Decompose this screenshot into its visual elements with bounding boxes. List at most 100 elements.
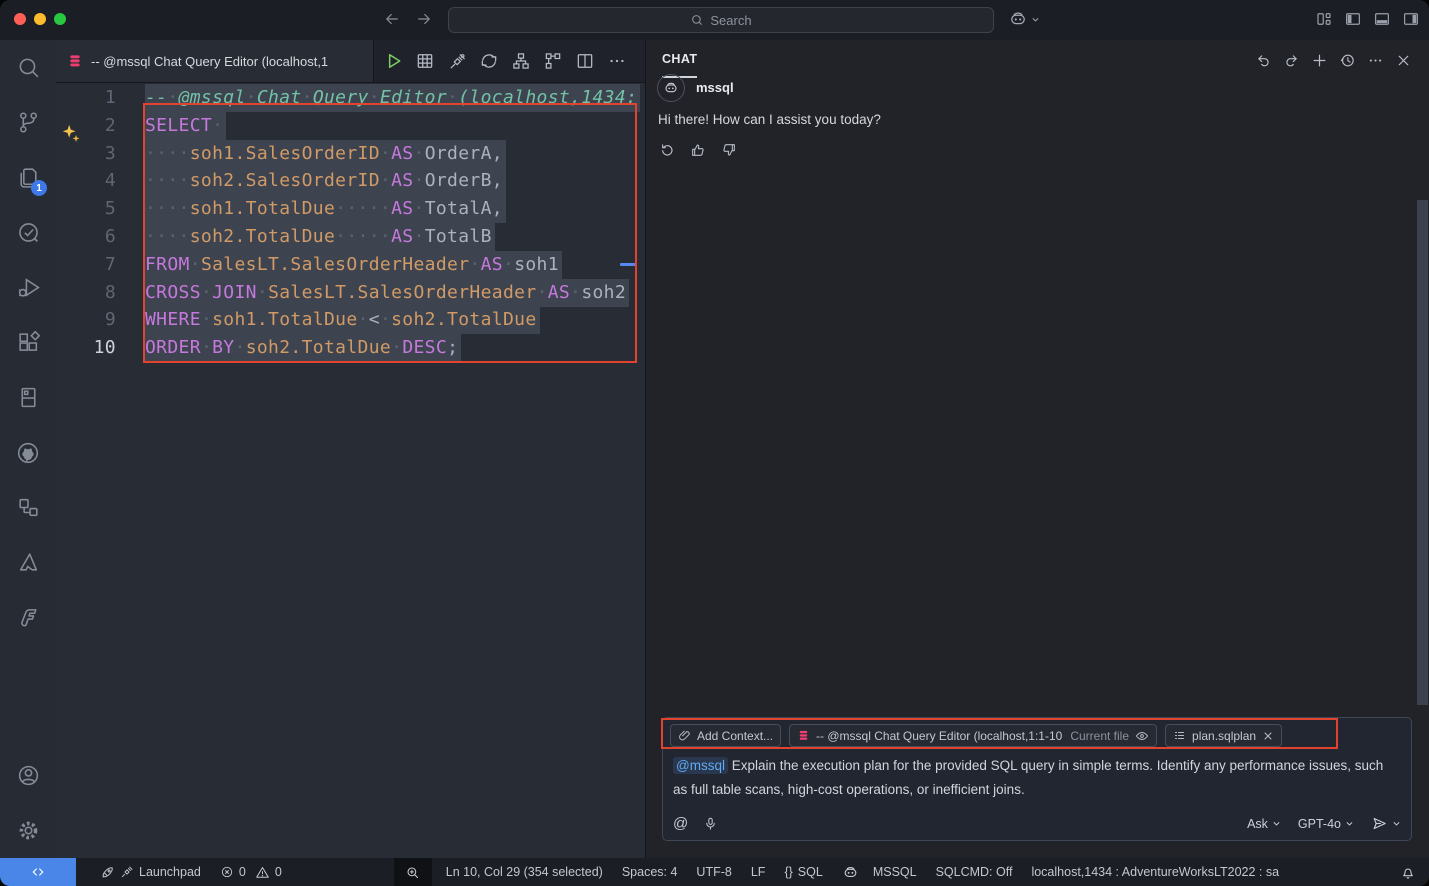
change-connection-icon[interactable] [477, 49, 501, 73]
line-number: 3 [56, 140, 116, 168]
tab-chat[interactable]: CHAT [662, 52, 697, 66]
cursor-position-label: Ln 10, Col 29 (354 selected) [446, 865, 603, 879]
editor-gutter: 12345678910 [56, 84, 116, 362]
sidebar-item-settings[interactable] [0, 803, 56, 858]
redo-icon[interactable] [1283, 52, 1300, 69]
search-icon [690, 13, 704, 27]
database-icon [67, 53, 83, 69]
encoding-item[interactable]: UTF-8 [696, 865, 731, 879]
launchpad-item[interactable]: Launchpad [100, 865, 201, 880]
code-editor[interactable]: 12345678910 --·@mssql·Chat·Query·Editor·… [56, 82, 645, 858]
errors-icon [220, 865, 234, 879]
remote-indicator[interactable] [0, 858, 76, 886]
editor-tab-bar: -- @mssql Chat Query Editor (localhost,1 [56, 40, 645, 83]
code-line: ORDER·BY·soh2.TotalDue·DESC; [145, 334, 645, 362]
sidebar-item-explorer[interactable]: 1 [0, 150, 56, 205]
estimated-plan-icon[interactable] [509, 49, 533, 73]
add-context-button[interactable]: Add Context... [670, 724, 781, 747]
close-window-button[interactable] [14, 13, 26, 25]
code-line: ····soh2.SalesOrderID·AS·OrderB, [145, 167, 645, 195]
line-number: 9 [56, 306, 116, 334]
assistant-message: Hi there! How can I assist you today? [658, 112, 881, 127]
mode-dropdown[interactable]: Ask [1247, 817, 1281, 831]
chat-input-toolbar: @ Ask GPT-4o [673, 815, 1401, 832]
code-line: CROSS·JOIN·SalesLT.SalesOrderHeader·AS·s… [145, 279, 645, 307]
toggle-panel-icon[interactable] [1373, 10, 1391, 28]
sidebar-item-testing[interactable] [0, 205, 56, 260]
model-label: GPT-4o [1298, 817, 1341, 831]
search-placeholder: Search [710, 13, 751, 28]
send-button[interactable] [1371, 815, 1401, 832]
editor-tab[interactable]: -- @mssql Chat Query Editor (localhost,1 [56, 40, 374, 82]
customize-layout-icon[interactable] [1315, 10, 1333, 28]
language-item[interactable]: {} SQL [784, 865, 822, 879]
indentation-item[interactable]: Spaces: 4 [622, 865, 678, 879]
activity-bar: 1 [0, 40, 56, 858]
navigate-forward-icon[interactable] [415, 10, 433, 28]
new-chat-icon[interactable] [1311, 52, 1328, 69]
database-icon [797, 729, 810, 742]
sqlcmd-item[interactable]: SQLCMD: Off [936, 865, 1013, 879]
plug-icon [120, 865, 134, 879]
notifications-bell-icon[interactable] [1400, 864, 1416, 880]
paperclip-icon [678, 729, 691, 742]
results-grid-icon[interactable] [413, 49, 437, 73]
copilot-status-item[interactable] [842, 864, 859, 881]
sidebar-item-remote-explorer[interactable] [0, 480, 56, 535]
chat-scrollbar[interactable] [1417, 200, 1428, 705]
sidebar-item-github[interactable] [0, 425, 56, 480]
plan-file-icon [1173, 729, 1186, 742]
chat-history-icon[interactable] [1339, 52, 1356, 69]
context-chip-current-file[interactable]: -- @mssql Chat Query Editor (localhost,1… [789, 724, 1157, 747]
eye-icon[interactable] [1135, 729, 1149, 743]
errors-count: 0 [239, 865, 246, 879]
sidebar-item-azure[interactable] [0, 535, 56, 590]
undo-icon[interactable] [1255, 52, 1272, 69]
cursor-position-item[interactable]: Ln 10, Col 29 (354 selected) [446, 865, 603, 879]
context-chip-plan-file[interactable]: plan.sqlplan [1165, 724, 1282, 747]
line-number: 2 [56, 112, 116, 140]
more-actions-icon[interactable] [605, 49, 629, 73]
chat-input-text[interactable]: @mssql Explain the execution plan for th… [663, 747, 1411, 801]
connection-item[interactable]: localhost,1434 : AdventureWorksLT2022 : … [1031, 865, 1279, 879]
problems-item[interactable]: 0 0 [220, 865, 282, 880]
thumbs-down-icon[interactable] [721, 142, 737, 158]
split-editor-icon[interactable] [573, 49, 597, 73]
sidebar-item-run-debug[interactable] [0, 260, 56, 315]
chat-input-container[interactable]: Add Context... -- @mssql Chat Query Edit… [662, 717, 1412, 841]
model-dropdown[interactable]: GPT-4o [1298, 817, 1354, 831]
navigate-back-icon[interactable] [383, 10, 401, 28]
run-query-icon[interactable] [381, 49, 405, 73]
sidebar-item-sql-server[interactable] [0, 370, 56, 425]
line-number: 6 [56, 223, 116, 251]
toggle-primary-sidebar-icon[interactable] [1344, 10, 1362, 28]
chat-header: CHAT [646, 40, 1429, 82]
sidebar-item-accounts[interactable] [0, 748, 56, 803]
launchpad-label: Launchpad [139, 865, 201, 879]
minimize-window-button[interactable] [34, 13, 46, 25]
mention-icon[interactable]: @ [673, 815, 688, 832]
copilot-menu-button[interactable] [1008, 9, 1040, 29]
close-chat-icon[interactable] [1395, 52, 1412, 69]
sidebar-item-extensions[interactable] [0, 315, 56, 370]
sidebar-item-fabric[interactable] [0, 590, 56, 645]
retry-icon[interactable] [659, 142, 675, 158]
sidebar-item-source-control[interactable] [0, 95, 56, 150]
mssql-item[interactable]: MSSQL [873, 865, 917, 879]
thumbs-up-icon[interactable] [690, 142, 706, 158]
sqlcmd-label: SQLCMD: Off [936, 865, 1013, 879]
sidebar-item-search[interactable] [0, 40, 56, 95]
enable-actual-plan-icon[interactable] [541, 49, 565, 73]
eol-item[interactable]: LF [751, 865, 766, 879]
line-number: 7 [56, 251, 116, 279]
command-center-search[interactable]: Search [448, 7, 994, 33]
line-number: 5 [56, 195, 116, 223]
remove-context-icon[interactable] [1262, 730, 1274, 742]
code-line: FROM·SalesLT.SalesOrderHeader·AS·soh1 [145, 251, 645, 279]
disconnect-icon[interactable] [445, 49, 469, 73]
microphone-icon[interactable] [703, 816, 718, 831]
chat-more-icon[interactable] [1367, 52, 1384, 69]
zoom-indicator[interactable] [394, 858, 432, 886]
toggle-secondary-sidebar-icon[interactable] [1402, 10, 1420, 28]
zoom-window-button[interactable] [54, 13, 66, 25]
